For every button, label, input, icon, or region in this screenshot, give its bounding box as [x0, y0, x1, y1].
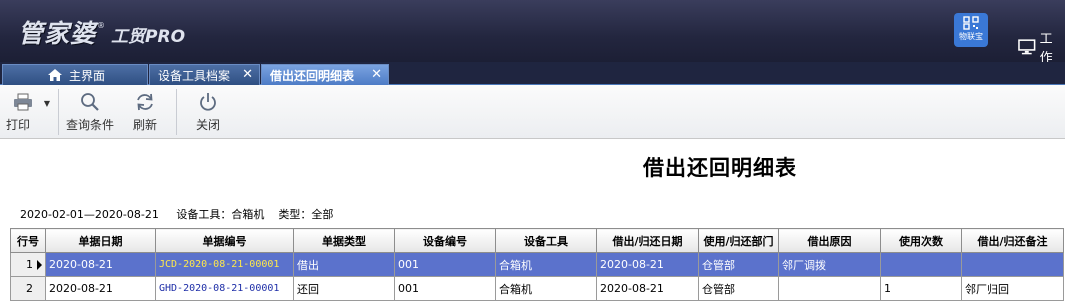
current-row-indicator-icon: [37, 260, 42, 270]
row-number-cell[interactable]: 2: [10, 276, 46, 301]
tab-home[interactable]: 主界面: [2, 64, 148, 85]
tab-equipment-archive-label: 设备工具档案: [158, 68, 231, 83]
detail-table: 行号 单据日期 单据编号 单据类型 设备编号 设备工具 借出/归还日期 使用/归…: [10, 228, 1064, 301]
workarea-button[interactable]: 工作: [1018, 28, 1065, 66]
print-label: 打印: [5, 118, 30, 132]
tab-lend-return-detail[interactable]: 借出还回明细表 ✕: [261, 64, 389, 85]
table-cell[interactable]: 2020-08-21: [45, 252, 156, 277]
table-cell[interactable]: [961, 252, 1064, 277]
close-button[interactable]: 关闭: [190, 91, 226, 133]
qr-icon: [963, 16, 979, 30]
table-cell[interactable]: 2020-08-21: [596, 276, 699, 301]
close-icon[interactable]: ✕: [242, 67, 253, 82]
column-header[interactable]: 借出原因: [778, 228, 881, 253]
tab-bar: 主界面 设备工具档案 ✕ 借出还回明细表 ✕: [0, 62, 1065, 85]
print-button[interactable]: ▼ 打印: [6, 91, 50, 133]
column-header[interactable]: 使用/归还部门: [698, 228, 779, 253]
column-header[interactable]: 设备编号: [394, 228, 496, 253]
logo-subtitle: 工贸PRO: [111, 27, 186, 47]
table-cell[interactable]: 合箱机: [495, 252, 597, 277]
table-cell[interactable]: 001: [394, 252, 496, 277]
type-filter-label: 类型: [278, 208, 301, 221]
tab-home-label: 主界面: [69, 68, 106, 83]
toolbar-divider: [58, 89, 59, 135]
column-header[interactable]: 借出/归还备注: [961, 228, 1064, 253]
table-row[interactable]: 2 2020-08-21 GHD-2020-08-21-00001 还回 001…: [10, 276, 1064, 301]
table-cell[interactable]: 001: [394, 276, 496, 301]
table-cell[interactable]: 2020-08-21: [596, 252, 699, 277]
app-logo: 管家婆 ® 工贸PRO: [18, 14, 185, 48]
report-title: 借出还回明细表: [643, 155, 797, 180]
lianbao-button[interactable]: 物联宝: [954, 13, 988, 47]
table-cell[interactable]: 借出: [293, 252, 395, 277]
table-cell[interactable]: 还回: [293, 276, 395, 301]
search-icon: [81, 93, 99, 111]
workarea-label: 工作: [1039, 32, 1053, 66]
refresh-label: 刷新: [132, 118, 157, 132]
column-header[interactable]: 单据类型: [293, 228, 395, 253]
table-header-row: 行号 单据日期 单据编号 单据类型 设备编号 设备工具 借出/归还日期 使用/归…: [10, 228, 1064, 253]
table-cell[interactable]: 邻厂调拨: [778, 252, 881, 277]
date-range: 2020-02-01—2020-08-21: [20, 208, 159, 221]
column-header[interactable]: 单据编号: [155, 228, 294, 253]
query-conditions-label: 查询条件: [65, 118, 114, 132]
table-cell[interactable]: 2020-08-21: [45, 276, 156, 301]
close-label: 关闭: [195, 118, 220, 132]
table-cell[interactable]: [880, 252, 962, 277]
tool-filter-label: 设备工具: [176, 208, 221, 221]
table-cell[interactable]: 合箱机: [495, 276, 597, 301]
refresh-button[interactable]: 刷新: [127, 91, 163, 133]
toolbar-divider: [176, 89, 177, 135]
refresh-icon: [137, 93, 153, 111]
chevron-down-icon[interactable]: ▼: [44, 99, 50, 108]
power-icon: [200, 93, 216, 111]
column-header[interactable]: 借出/归还日期: [596, 228, 699, 253]
logo-registered-mark: ®: [97, 21, 106, 30]
app-header: 管家婆 ® 工贸PRO 物联宝 工作: [0, 0, 1065, 66]
column-header[interactable]: 设备工具: [495, 228, 597, 253]
home-icon: [48, 69, 62, 81]
lianbao-label: 物联宝: [959, 32, 983, 41]
tab-equipment-archive[interactable]: 设备工具档案 ✕: [149, 64, 260, 85]
logo-text: 管家婆: [18, 19, 97, 48]
column-header[interactable]: 使用次数: [880, 228, 962, 253]
table-cell[interactable]: 仓管部: [698, 252, 779, 277]
table-cell[interactable]: 邻厂归回: [961, 276, 1064, 301]
table-cell[interactable]: 1: [880, 276, 962, 301]
monitor-icon: [1018, 39, 1036, 55]
type-filter-value: 全部: [311, 208, 334, 221]
filter-summary: 2020-02-01—2020-08-21 设备工具：合箱机 类型：全部: [20, 208, 334, 221]
table-cell[interactable]: [778, 276, 881, 301]
tab-lend-return-detail-label: 借出还回明细表: [270, 68, 355, 83]
toolbar: ▼ 打印 查询条件 刷新 关闭: [0, 85, 1065, 139]
printer-icon: [13, 93, 32, 111]
query-conditions-button[interactable]: 查询条件: [64, 91, 116, 133]
row-number-cell[interactable]: 1: [10, 252, 46, 277]
table-row[interactable]: 1 2020-08-21 JCD-2020-08-21-00001 借出 001…: [10, 252, 1064, 277]
table-cell[interactable]: 仓管部: [698, 276, 779, 301]
table-cell[interactable]: GHD-2020-08-21-00001: [155, 276, 294, 301]
column-header[interactable]: 行号: [10, 228, 46, 253]
table-cell[interactable]: JCD-2020-08-21-00001: [155, 252, 294, 277]
column-header[interactable]: 单据日期: [45, 228, 156, 253]
tool-filter-value: 合箱机: [231, 208, 265, 221]
close-icon[interactable]: ✕: [371, 67, 382, 82]
